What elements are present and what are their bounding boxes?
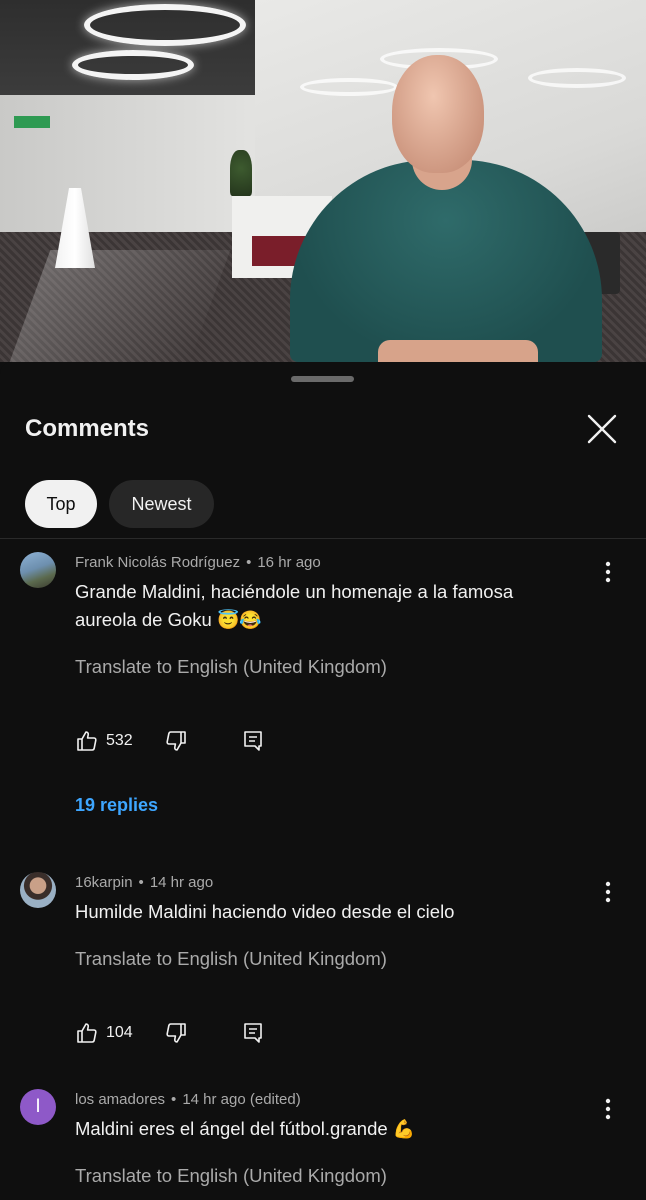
exit-sign (14, 116, 50, 128)
like-button[interactable] (75, 1021, 99, 1045)
thumbs-down-icon (166, 731, 186, 751)
video-player[interactable] (0, 0, 646, 362)
like-button[interactable] (75, 729, 99, 753)
avatar[interactable]: I (20, 1089, 56, 1125)
wall-light-reflection (300, 78, 398, 96)
close-button[interactable] (585, 412, 619, 446)
avatar[interactable] (20, 872, 56, 908)
comment-emoji: 💪 (392, 1119, 416, 1139)
ceiling-light-ring (72, 50, 194, 80)
comment-meta: 16karpin • 14 hr ago (75, 874, 213, 891)
comment-emoji: 😇😂 (216, 610, 262, 630)
comment-actions: 104 (75, 1021, 375, 1047)
comment-author[interactable]: 16karpin (75, 874, 133, 891)
like-count: 532 (106, 732, 133, 749)
comment-time: 16 hr ago (257, 554, 321, 571)
thumbs-up-icon (77, 731, 97, 751)
dislike-button[interactable] (164, 1021, 188, 1045)
translate-link[interactable]: Translate to English (United Kingdom) (75, 1165, 387, 1187)
comment-time: 14 hr ago (149, 874, 214, 891)
more-options-button[interactable] (598, 1097, 618, 1121)
presenter-hands (378, 340, 538, 362)
avatar-letter: I (35, 1096, 41, 1117)
comment-time: 14 hr ago (edited) (182, 1091, 301, 1108)
comment-icon (244, 1023, 262, 1043)
comment-meta: los amadores • 14 hr ago (edited) (75, 1091, 301, 1108)
sheet-title: Comments (25, 415, 150, 442)
close-icon (587, 414, 617, 444)
drag-handle[interactable] (291, 376, 354, 382)
thumbs-down-icon (166, 1023, 186, 1043)
ceiling-light-ring (84, 4, 246, 46)
more-options-button[interactable] (598, 880, 618, 904)
comment-text: Humilde Maldini haciendo video desde el … (75, 898, 575, 926)
more-vert-icon (605, 881, 611, 903)
more-vert-icon (605, 561, 611, 583)
wall-light-reflection (528, 68, 626, 88)
reply-button[interactable] (241, 729, 265, 753)
dislike-button[interactable] (164, 729, 188, 753)
comment-text: Maldini eres el ángel del fútbol.grande … (75, 1115, 575, 1143)
avatar[interactable] (20, 552, 56, 588)
translate-link[interactable]: Translate to English (United Kingdom) (75, 656, 387, 678)
like-count: 104 (106, 1024, 133, 1041)
divider (0, 538, 646, 539)
meta-separator: • (171, 1091, 177, 1108)
comment-meta: Frank Nicolás Rodríguez • 16 hr ago (75, 554, 321, 571)
more-vert-icon (605, 1098, 611, 1120)
sort-chip-newest[interactable]: Newest (109, 480, 214, 528)
comment-text: Grande Maldini, haciéndole un homenaje a… (75, 578, 575, 634)
reply-button[interactable] (241, 1021, 265, 1045)
thumbs-up-icon (77, 1023, 97, 1043)
meta-separator: • (138, 874, 144, 891)
comment-text-content: Humilde Maldini haciendo video desde el … (75, 901, 455, 922)
comment-text-content: Grande Maldini, haciéndole un homenaje a… (75, 581, 514, 630)
video-plant (230, 150, 252, 196)
comment-actions: 532 (75, 729, 375, 755)
comments-sheet: Comments Top Newest Frank Nicolás Rodríg… (0, 362, 646, 1200)
comment-icon (244, 731, 262, 751)
comment-text-content: Maldini eres el ángel del fútbol.grande (75, 1118, 388, 1139)
translate-link[interactable]: Translate to English (United Kingdom) (75, 948, 387, 970)
sort-chip-top[interactable]: Top (25, 480, 97, 528)
meta-separator: • (246, 554, 252, 571)
comment-author[interactable]: Frank Nicolás Rodríguez (75, 554, 240, 571)
presenter-head (392, 55, 484, 173)
view-replies-link[interactable]: 19 replies (75, 795, 158, 816)
more-options-button[interactable] (598, 560, 618, 584)
comment-author[interactable]: los amadores (75, 1091, 165, 1108)
